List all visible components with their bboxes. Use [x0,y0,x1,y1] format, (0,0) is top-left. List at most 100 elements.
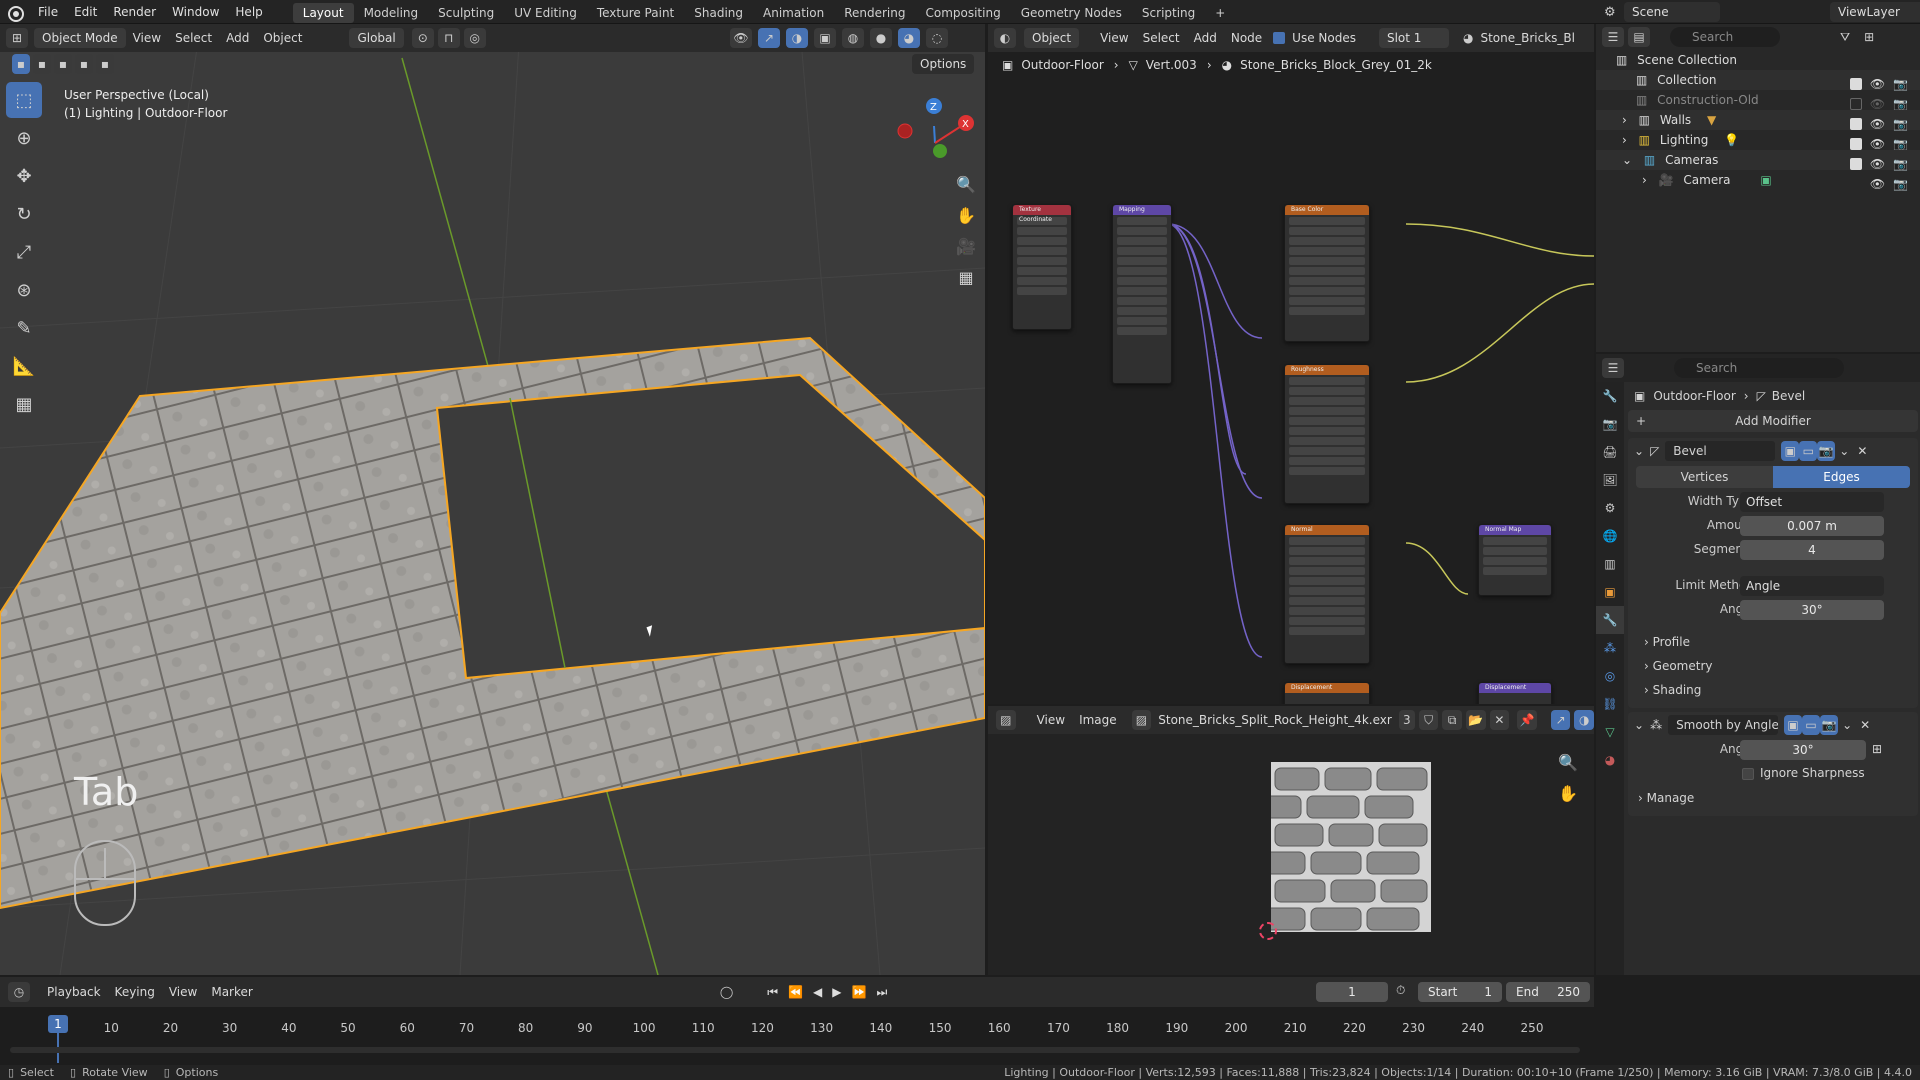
workspace-tab-shading[interactable]: Shading [684,3,753,23]
move-tool-icon[interactable]: ✥ [6,158,42,194]
proportional-edit-icon[interactable]: ◎ [463,28,486,48]
subpanel-shading[interactable]: › Shading [1628,678,1918,702]
visibility-icon[interactable]: 👁 [730,28,752,48]
render-toggle-icon[interactable]: 📷 [1817,441,1836,461]
bevel-panel-header[interactable]: ⌄ ◸ Bevel ▣ ▭ 📷 ⌄ ✕ [1628,438,1918,464]
node-displacement[interactable]: Displacement [1478,682,1552,704]
workspace-tab-scripting[interactable]: Scripting [1132,3,1205,23]
timeline-scrollbar[interactable] [10,1047,1580,1053]
dropdown-arrow-icon[interactable]: ⌄ [1839,444,1849,458]
cursor-tool-icon[interactable]: ⊕ [6,120,42,156]
material-tab-icon[interactable]: ◕ [1596,746,1624,774]
new-image-icon[interactable]: ⧉ [1442,710,1463,730]
world-tab-icon[interactable]: 🌐 [1596,522,1624,550]
shader-node-editor[interactable]: ◐ Object View Select Add Node Use Nodes … [988,24,1594,704]
exclude-checkbox[interactable] [1849,98,1862,110]
menu-edit[interactable]: Edit [66,0,105,24]
outliner-row-camera[interactable]: › 🎥 Camera ▣ 👁 📷 [1596,170,1920,191]
subpanel-profile[interactable]: › Profile [1628,630,1918,654]
pivot-icon[interactable]: ⊙ [411,28,434,48]
start-frame-field[interactable]: Start 1 [1418,982,1502,1002]
timeline-type-icon[interactable]: ◷ [8,982,30,1002]
jump-start-icon[interactable]: ⏮ [767,985,778,1000]
playhead[interactable]: 1 [48,1015,68,1033]
render-tab-icon[interactable]: 📷 [1596,410,1624,438]
viewport-menu-object[interactable]: Object [256,31,309,45]
image-editor[interactable]: ▨ View Image ▨ Stone_Bricks_Split_Rock_H… [988,706,1594,975]
modifier-tab-icon[interactable]: 🔧 [1596,606,1624,634]
node-normal-map[interactable]: Normal Map [1478,524,1552,596]
outliner-type-icon[interactable]: ☰ [1602,27,1624,47]
eye-icon[interactable]: 👁 [1870,174,1885,194]
image-zoom-icon[interactable]: 🔍 [1554,748,1582,776]
viewport-options-button[interactable]: Options [912,54,975,74]
annotate-tool-icon[interactable]: ✎ [6,310,42,346]
snap-icon[interactable]: ⊓ [437,28,460,48]
width-type-dropdown[interactable]: Offset [1740,492,1884,512]
timeline-menu-keying[interactable]: Keying [108,985,162,999]
camera-view-icon[interactable]: 🎥 [952,232,980,260]
physics-tab-icon[interactable]: ◎ [1596,662,1624,690]
image-overlay-icon[interactable]: ◑ [1574,710,1594,730]
node-base-color[interactable]: Base Color [1284,204,1370,342]
particles-tab-icon[interactable]: ⁂ [1596,634,1624,662]
timeline[interactable]: ◷ Playback Keying View Marker ◯ ⏮ ⏪ ◀ ▶ … [0,977,1594,1065]
end-frame-field[interactable]: End 250 [1506,982,1590,1002]
xray-icon[interactable]: ▣ [814,28,836,48]
image-browse-icon[interactable]: ▨ [1131,710,1152,730]
new-collection-icon[interactable]: ⊞ [1864,30,1874,44]
next-keyframe-icon[interactable]: ⏩ [852,985,867,999]
menu-render[interactable]: Render [105,0,164,24]
pin-icon[interactable]: 📌 [1517,710,1537,730]
image-menu-image[interactable]: Image [1072,713,1124,727]
render-toggle-icon[interactable]: 📷 [1820,715,1839,735]
workspace-tab-texture-paint[interactable]: Texture Paint [587,3,684,23]
collapse-arrow-icon[interactable]: ⌄ [1634,444,1644,458]
measure-tool-icon[interactable]: 📐 [6,348,42,384]
scene-selector[interactable]: Scene [1624,2,1720,22]
properties-search-input[interactable]: Search [1674,358,1844,378]
ignore-sharpness-checkbox[interactable] [1742,768,1754,780]
outliner[interactable]: ☰ ▤ Search ⛛ ⊞ ▥ Scene Collection ▥ Coll… [1596,24,1920,352]
exclude-checkbox[interactable] [1849,138,1862,150]
viewport-menu-add[interactable]: Add [219,31,256,45]
zoom-icon[interactable]: 🔍 [952,170,980,198]
properties-editor[interactable]: ☰ Search 🔧 📷 🖨 🖼 ⚙ 🌐 ▥ ▣ 🔧 ⁂ ◎ ⛓ ▽ ◕ ▣ O… [1596,354,1920,975]
select-box-intersect-icon[interactable]: ▪ [96,54,114,74]
transform-tool-icon[interactable]: ⊛ [6,272,42,308]
shading-rendered-icon[interactable]: ◌ [926,28,948,48]
outliner-row-cameras[interactable]: ⌄ ▥ Cameras 👁 📷 [1596,150,1920,171]
workspace-tab-uv-editing[interactable]: UV Editing [504,3,587,23]
object-tab-icon[interactable]: ▣ [1596,578,1624,606]
select-box-tool-icon[interactable]: ⬚ [6,82,42,118]
dropdown-arrow-icon[interactable]: ⌄ [1842,718,1852,732]
workspace-tab-rendering[interactable]: Rendering [834,3,915,23]
3d-viewport[interactable]: Z X [0,28,985,975]
edit-mode-toggle-icon[interactable]: ▣ [1784,715,1803,735]
expand-arrow-icon[interactable]: › [1622,113,1627,127]
scene-icon[interactable]: ⚙ [1604,5,1624,20]
menu-window[interactable]: Window [164,0,227,24]
data-tab-icon[interactable]: ▽ [1596,718,1624,746]
outliner-row-scene-collection[interactable]: ▥ Scene Collection [1596,50,1920,70]
workspace-tab-layout[interactable]: Layout [292,2,354,23]
expand-arrow-icon[interactable]: › [1622,133,1627,147]
tab-edges[interactable]: Edges [1773,466,1910,488]
edit-mode-toggle-icon[interactable]: ▣ [1781,441,1800,461]
smooth-name-field[interactable]: Smooth by Angle [1668,715,1779,735]
bevel-name-field[interactable]: Bevel [1665,441,1776,461]
timeline-menu-view[interactable]: View [162,985,204,999]
exclude-checkbox[interactable] [1849,158,1862,170]
amount-field[interactable]: 0.007 m [1740,516,1884,536]
remove-modifier-icon[interactable]: ✕ [1857,444,1867,458]
camera-render-icon[interactable]: 📷 [1893,174,1908,194]
viewport-menu-select[interactable]: Select [168,31,219,45]
image-name[interactable]: Stone_Bricks_Split_Rock_Height_4k.exr [1151,713,1399,727]
filter-icon[interactable]: ⛛ [1840,30,1850,45]
image-menu-view[interactable]: View [1030,713,1072,727]
outliner-search-input[interactable]: Search [1670,27,1780,47]
scene-tab-icon[interactable]: ⚙ [1596,494,1624,522]
node-displacement-texture[interactable]: Displacement [1284,682,1370,704]
outliner-row-collection[interactable]: ▥ Collection 👁 📷 [1596,70,1920,91]
overlay-toggle-icon[interactable]: ◑ [786,28,808,48]
